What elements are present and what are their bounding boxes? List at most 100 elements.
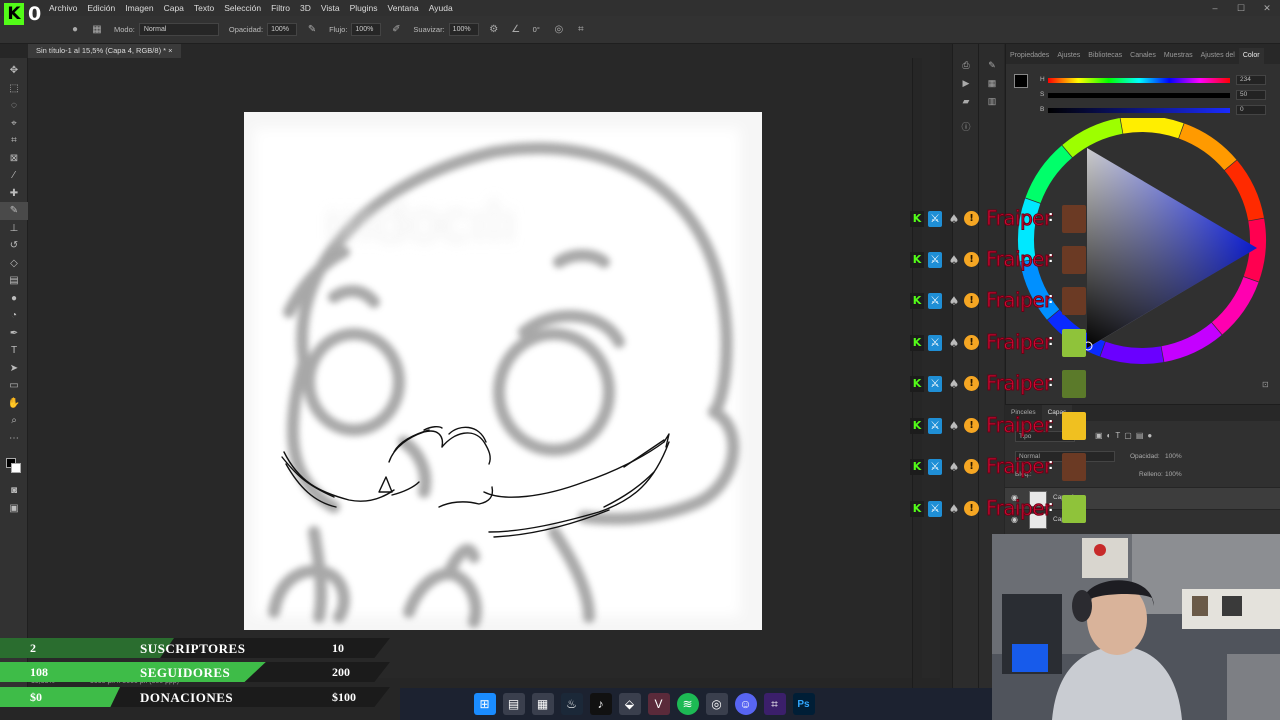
menu-imagen[interactable]: Imagen (120, 3, 158, 13)
menu-vista[interactable]: Vista (316, 3, 345, 13)
hue-slider[interactable] (1048, 78, 1230, 83)
opacity-input[interactable]: 100% (267, 23, 298, 36)
vip-badge-icon: ♠ (948, 253, 960, 267)
vip-badge-icon: ♠ (948, 336, 960, 350)
app-icon[interactable]: ⬙ (618, 693, 641, 715)
saturation-value[interactable]: 50 (1236, 90, 1266, 100)
smoothing-settings-icon[interactable]: ⚙ (487, 23, 501, 37)
tab-properties[interactable]: Propiedades (1006, 48, 1053, 64)
history-panel-icon[interactable]: ⎙ (953, 56, 979, 74)
healing-tool-icon[interactable]: ✚ (0, 185, 28, 203)
tab-presets[interactable]: Ajustes del (1197, 48, 1239, 64)
smoothing-input[interactable]: 100% (448, 23, 479, 36)
close-icon[interactable]: ✕ (1254, 3, 1280, 14)
tab-swatches[interactable]: Muestras (1160, 48, 1197, 64)
background-color-swatch[interactable] (11, 463, 21, 473)
layer-opacity-value[interactable]: 100% (1165, 453, 1182, 460)
tab-channels[interactable]: Canales (1126, 48, 1160, 64)
menu-capa[interactable]: Capa (159, 3, 189, 13)
steam-icon[interactable]: ♨ (560, 693, 583, 715)
mode-select[interactable]: Normal (138, 23, 219, 36)
pen-tool-icon[interactable]: ✒ (0, 325, 28, 343)
chrome-icon[interactable]: ◎ (705, 693, 728, 715)
menu-filtro[interactable]: Filtro (266, 3, 295, 13)
marquee-tool-icon[interactable]: ⬚ (0, 80, 28, 98)
close-tab-icon[interactable]: × (168, 46, 172, 55)
brushes-panel-icon[interactable]: ✎ (979, 56, 1005, 74)
calculator-icon[interactable]: ▦ (531, 693, 554, 715)
frame-tool-icon[interactable]: ⊠ (0, 150, 28, 168)
more-tools-icon[interactable]: ⋯ (0, 430, 28, 448)
history-brush-tool-icon[interactable]: ↺ (0, 237, 28, 255)
tab-adjustments[interactable]: Ajustes (1053, 48, 1084, 64)
saturation-slider[interactable] (1048, 93, 1230, 98)
angle-icon[interactable]: ∠ (509, 23, 523, 37)
vegas-icon[interactable]: V (647, 693, 670, 715)
eraser-tool-icon[interactable]: ◇ (0, 255, 28, 273)
menu-texto[interactable]: Texto (189, 3, 219, 13)
canvas-area[interactable]: ıııdocılı (28, 58, 940, 688)
quick-mask-icon[interactable]: ◙ (0, 482, 28, 500)
tiktok-icon[interactable]: ♪ (589, 693, 612, 715)
comments-panel-icon[interactable]: ▰ (953, 92, 979, 110)
shape-tool-icon[interactable]: ▭ (0, 377, 28, 395)
crop-tool-icon[interactable]: ⌗ (0, 132, 28, 150)
menu-plugins[interactable]: Plugins (345, 3, 383, 13)
drawing-canvas[interactable]: ıııdocılı (244, 112, 762, 630)
menu-edicion[interactable]: Edición (82, 3, 120, 13)
zoom-tool-icon[interactable]: ⌕ (0, 412, 28, 430)
pressure-opacity-icon[interactable]: ✎ (305, 23, 319, 37)
kick-badge-icon: K (910, 459, 924, 475)
brush-preset-icon[interactable]: ● (68, 23, 82, 37)
expand-panel-icon[interactable]: ⊡ (1262, 380, 1269, 389)
screen-mode-icon[interactable]: ▣ (0, 500, 28, 518)
brightness-slider[interactable] (1048, 108, 1230, 113)
styles-panel-icon[interactable]: ▥ (979, 92, 1005, 110)
menu-ayuda[interactable]: Ayuda (424, 3, 458, 13)
chat-message: K ⚔ ♠ ! Fraiper : (910, 200, 1090, 236)
flow-input[interactable]: 100% (351, 23, 382, 36)
brush-settings-icon[interactable]: ▦ (90, 23, 104, 37)
spotify-icon[interactable]: ≋ (676, 693, 699, 715)
brush-tool-icon[interactable]: ✎ (0, 202, 28, 220)
vip-badge-icon: ♠ (948, 294, 960, 308)
maximize-icon[interactable]: ☐ (1228, 3, 1254, 14)
path-select-tool-icon[interactable]: ➤ (0, 360, 28, 378)
file-explorer-icon[interactable]: ▤ (502, 693, 525, 715)
layer-filter-icons[interactable]: ▣◐T▢▤● (1095, 431, 1156, 440)
windows-start-icon[interactable]: ⊞ (473, 693, 496, 715)
actions-panel-icon[interactable]: ▶ (953, 74, 979, 92)
eyedropper-tool-icon[interactable]: ⁄ (0, 167, 28, 185)
hue-value[interactable]: 234 (1236, 75, 1266, 85)
lasso-tool-icon[interactable]: ◌ (0, 97, 28, 115)
hand-tool-icon[interactable]: ✋ (0, 395, 28, 413)
blur-tool-icon[interactable]: ● (0, 290, 28, 308)
stamp-tool-icon[interactable]: ⊥ (0, 220, 28, 238)
angle-value[interactable]: 0° (533, 25, 540, 34)
discord-icon[interactable]: ☺ (734, 693, 757, 715)
menu-3d[interactable]: 3D (295, 3, 316, 13)
symmetry-icon[interactable]: ⌗ (574, 23, 588, 37)
pressure-size-icon[interactable]: ◎ (552, 23, 566, 37)
tab-libraries[interactable]: Bibliotecas (1084, 48, 1126, 64)
airbrush-icon[interactable]: ✐ (389, 23, 403, 37)
photoshop-icon[interactable]: Ps (792, 693, 815, 715)
minimize-icon[interactable]: – (1202, 3, 1228, 13)
menu-archivo[interactable]: Archivo (44, 3, 82, 13)
brightness-value[interactable]: 0 (1236, 105, 1266, 115)
obs-icon[interactable]: ⌗ (763, 693, 786, 715)
menu-ventana[interactable]: Ventana (383, 3, 424, 13)
chat-colon: : (1048, 249, 1054, 266)
tab-color[interactable]: Color (1238, 48, 1264, 64)
fill-value[interactable]: 100% (1165, 471, 1182, 478)
gradient-tool-icon[interactable]: ▤ (0, 272, 28, 290)
menu-seleccion[interactable]: Selección (219, 3, 266, 13)
type-tool-icon[interactable]: T (0, 342, 28, 360)
document-tab[interactable]: Sin título-1 al 15,5% (Capa 4, RGB/8) * … (28, 44, 181, 58)
color-fg-swatch[interactable] (1014, 74, 1028, 88)
grid-panel-icon[interactable]: ▦ (979, 74, 1005, 92)
info-panel-icon[interactable]: ⓘ (953, 118, 979, 136)
move-tool-icon[interactable]: ✥ (0, 62, 28, 80)
dodge-tool-icon[interactable]: ◔ (0, 307, 28, 325)
quick-select-tool-icon[interactable]: ⌖ (0, 115, 28, 133)
